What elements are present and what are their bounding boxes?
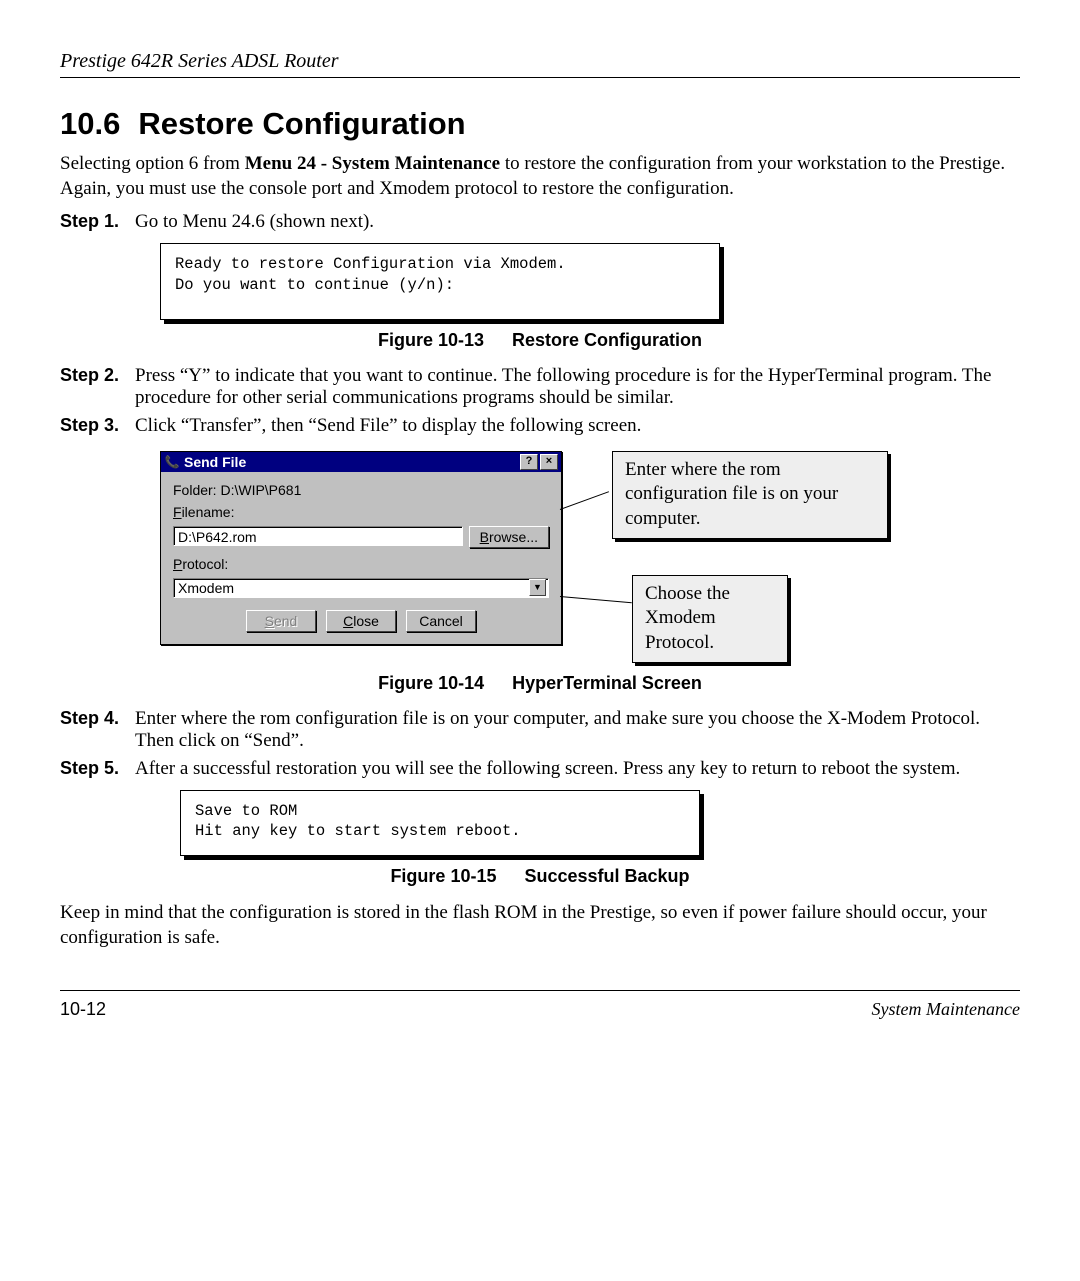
figure-10-15-title: Successful Backup [524,866,689,886]
callout-protocol: Choose the Xmodem Protocol. [632,575,788,663]
closing-paragraph: Keep in mind that the configuration is s… [60,901,1020,950]
intro-bold: Menu 24 - System Maintenance [245,153,500,174]
dialog-titlebar[interactable]: 📞 Send File ? × [161,452,561,472]
browse-button[interactable]: Browse... [469,526,549,548]
terminal-box-2-wrap: Save to ROM Hit any key to start system … [180,790,700,856]
footer-section: System Maintenance [872,999,1020,1020]
filename-label: Filename: [173,504,234,520]
terminal-box-1: Ready to restore Configuration via Xmode… [160,243,720,319]
step-4-body: Enter where the rom configuration file i… [135,708,1020,752]
intro-paragraph: Selecting option 6 from Menu 24 - System… [60,152,1020,201]
protocol-select[interactable]: Xmodem ▼ [173,578,549,598]
step-1: Step 1. Go to Menu 24.6 (shown next). [60,211,1020,233]
protocol-label: Protocol: [173,556,228,572]
filename-input[interactable]: D:\P642.rom [173,526,463,546]
step-2-body: Press “Y” to indicate that you want to c… [135,365,1020,409]
intro-pre: Selecting option 6 from [60,153,245,174]
figure-10-15-caption: Figure 10-15 Successful Backup [60,866,1020,887]
dialog-title: Send File [184,454,246,470]
terminal-box-2: Save to ROM Hit any key to start system … [180,790,700,856]
chevron-down-icon[interactable]: ▼ [529,579,546,596]
folder-label: Folder: D:\WIP\P681 [173,482,301,498]
close-button[interactable]: × [540,454,558,470]
section-title: Restore Configuration [138,106,465,141]
callouts: Enter where the rom configuration file i… [612,451,888,663]
app-icon: 📞 [164,454,180,470]
step-1-body: Go to Menu 24.6 (shown next). [135,211,1020,233]
section-number: 10.6 [60,106,120,141]
figure-10-15-num: Figure 10-15 [390,866,496,886]
step-5-body: After a successful restoration you will … [135,758,1020,780]
callout-filename: Enter where the rom configuration file i… [612,451,888,539]
step-4-label: Step 4. [60,708,135,752]
help-button[interactable]: ? [520,454,538,470]
step-2-label: Step 2. [60,365,135,409]
leader-line-1 [560,491,609,510]
close-dialog-button[interactable]: Close [326,610,396,632]
protocol-value: Xmodem [178,580,529,596]
dialog-screenshot-area: 📞 Send File ? × Folder: D:\WIP\P681 File… [160,451,1020,663]
send-file-dialog: 📞 Send File ? × Folder: D:\WIP\P681 File… [160,451,562,645]
figure-10-13-caption: Figure 10-13 Restore Configuration [60,330,1020,351]
section-heading: 10.6 Restore Configuration [60,106,1020,142]
terminal-box-1-wrap: Ready to restore Configuration via Xmode… [160,243,720,319]
step-5: Step 5. After a successful restoration y… [60,758,1020,780]
page-footer: 10-12 System Maintenance [60,991,1020,1020]
step-1-label: Step 1. [60,211,135,233]
dialog-body: Folder: D:\WIP\P681 Filename: D:\P642.ro… [161,472,561,644]
step-3-body: Click “Transfer”, then “Send File” to di… [135,415,1020,437]
step-5-label: Step 5. [60,758,135,780]
step-3-label: Step 3. [60,415,135,437]
step-2: Step 2. Press “Y” to indicate that you w… [60,365,1020,409]
step-3: Step 3. Click “Transfer”, then “Send Fil… [60,415,1020,437]
step-4: Step 4. Enter where the rom configuratio… [60,708,1020,752]
cancel-button[interactable]: Cancel [406,610,476,632]
figure-10-13-title: Restore Configuration [512,330,702,350]
figure-10-14-caption: Figure 10-14 HyperTerminal Screen [60,673,1020,694]
page-number: 10-12 [60,999,872,1020]
figure-10-13-num: Figure 10-13 [378,330,484,350]
figure-10-14-title: HyperTerminal Screen [512,673,702,693]
send-button[interactable]: Send [246,610,316,632]
running-header: Prestige 642R Series ADSL Router [60,50,1020,78]
figure-10-14-num: Figure 10-14 [378,673,484,693]
